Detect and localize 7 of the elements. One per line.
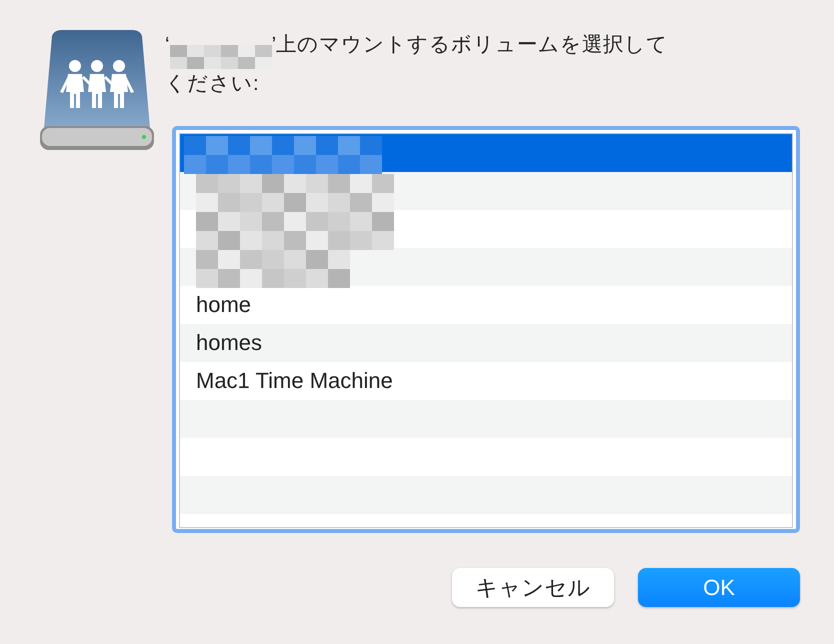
volume-row[interactable] xyxy=(180,248,792,286)
volume-row[interactable] xyxy=(180,172,792,210)
volume-row[interactable] xyxy=(180,134,792,172)
volume-row[interactable]: homes xyxy=(180,324,792,362)
cancel-button[interactable]: キャンセル xyxy=(452,568,614,607)
prompt-text: ‘ ’上のマウントするボリュームを選択してください: xyxy=(165,32,670,97)
volume-list[interactable]: home homes Mac1 Time Machine xyxy=(179,133,793,528)
